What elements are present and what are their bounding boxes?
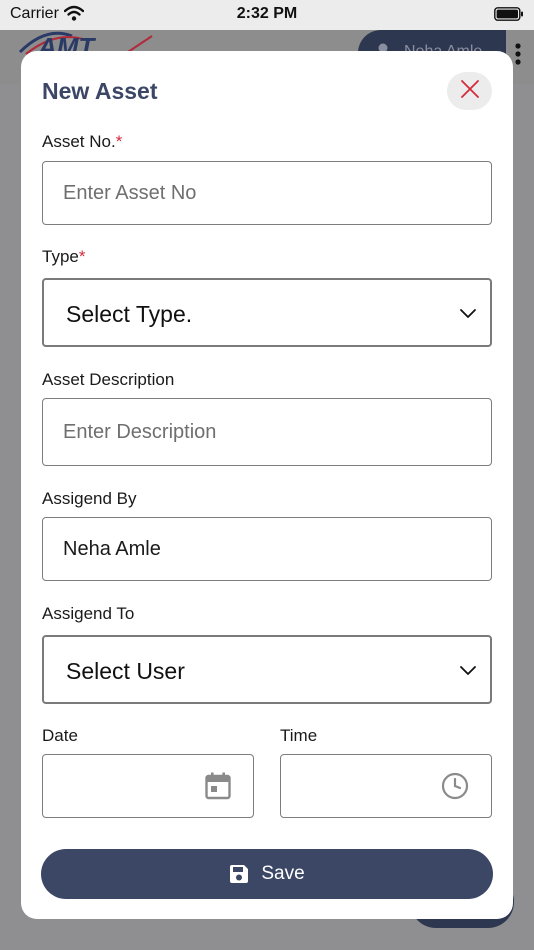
time-picker[interactable] <box>280 754 492 818</box>
type-select-value: Select Type. <box>66 301 193 327</box>
type-label: Type* <box>42 247 86 266</box>
assigned-to-label: Assigend To <box>42 604 135 623</box>
type-select[interactable]: Select Type. <box>42 278 492 347</box>
save-button-label: Save <box>261 863 305 884</box>
asset-no-input[interactable] <box>42 161 492 225</box>
time-label: Time <box>280 726 318 745</box>
modal-title: New Asset <box>42 78 158 104</box>
save-button[interactable]: Save <box>41 849 493 899</box>
date-picker[interactable] <box>42 754 254 818</box>
required-mark: * <box>115 132 123 151</box>
clock-icon <box>441 772 469 805</box>
new-asset-modal: New Asset Asset No.* Type* Select Type. … <box>21 51 513 919</box>
more-vertical-icon[interactable] <box>514 42 522 71</box>
assigned-to-select-value: Select User <box>66 658 185 684</box>
asset-description-input[interactable] <box>42 398 492 466</box>
required-mark: * <box>78 247 86 266</box>
date-label: Date <box>42 726 78 745</box>
assigned-to-select[interactable]: Select User <box>42 635 492 704</box>
asset-description-label: Asset Description <box>42 370 175 389</box>
chevron-down-icon <box>460 306 476 324</box>
close-icon <box>460 79 480 104</box>
assigned-by-label: Assigend By <box>42 489 137 508</box>
status-bar: Carrier 2:32 PM <box>0 0 534 30</box>
close-button[interactable] <box>447 72 492 110</box>
battery-icon <box>494 7 524 26</box>
assigned-by-input[interactable] <box>42 517 492 581</box>
asset-no-label: Asset No.* <box>42 132 123 151</box>
calendar-icon <box>205 772 231 805</box>
chevron-down-icon <box>460 663 476 681</box>
floppy-disk-icon <box>229 864 249 884</box>
status-time: 2:32 PM <box>236 5 298 22</box>
